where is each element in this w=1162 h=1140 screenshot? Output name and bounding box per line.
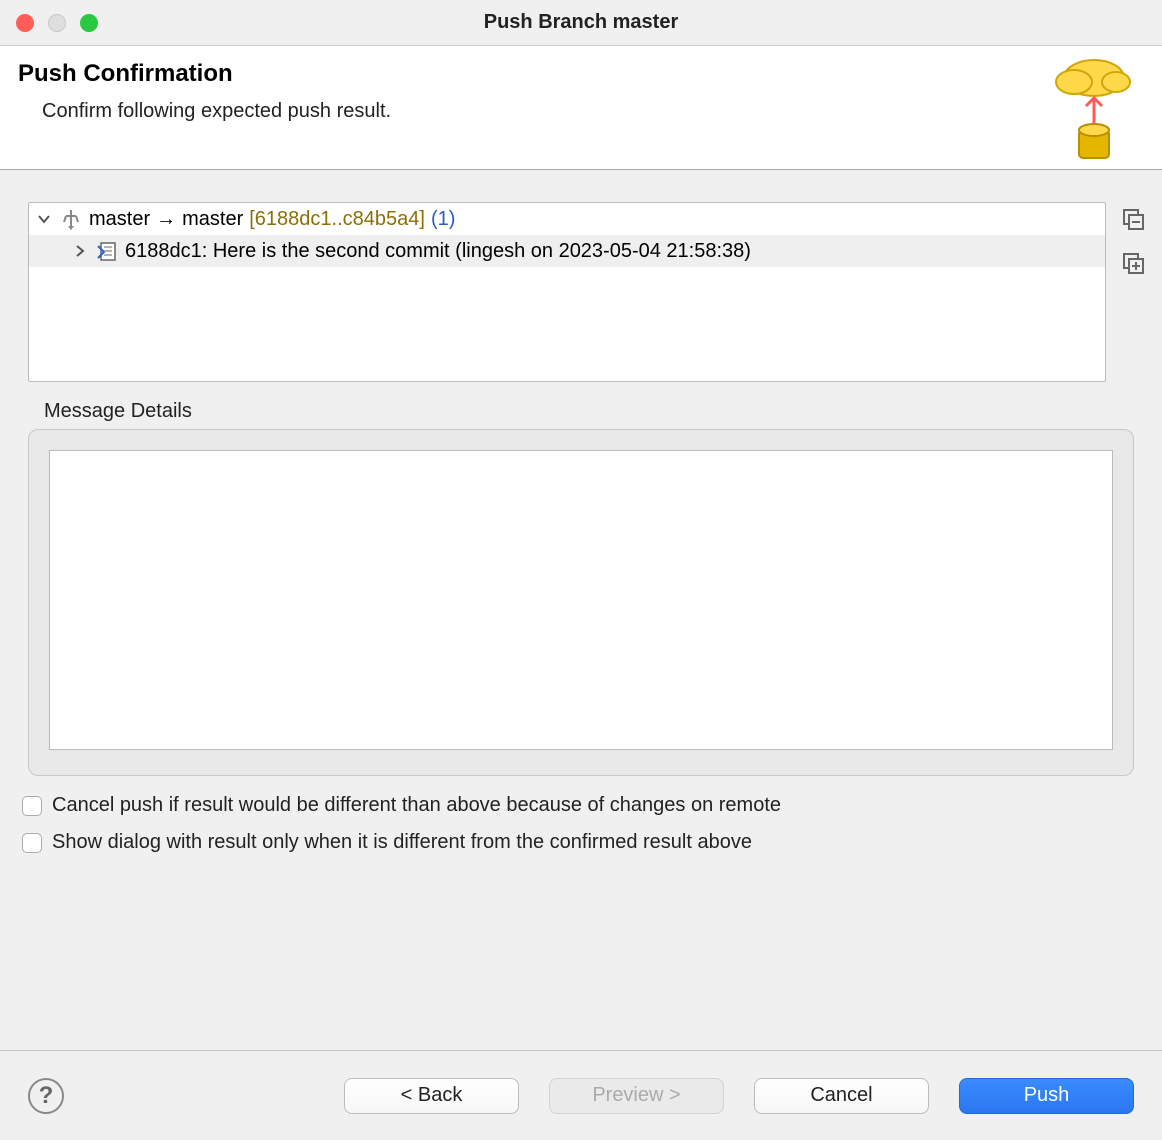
window-controls <box>0 14 98 32</box>
push-button[interactable]: Push <box>959 1078 1134 1114</box>
cancel-push-checkbox[interactable] <box>22 796 42 816</box>
back-button[interactable]: < Back <box>344 1078 519 1114</box>
cancel-button[interactable]: Cancel <box>754 1078 929 1114</box>
chevron-down-icon[interactable] <box>35 212 53 226</box>
sha-range: [6188dc1..c84b5a4] <box>249 208 425 231</box>
local-branch-name: master <box>89 208 150 231</box>
page-title: Push Confirmation <box>18 60 1144 88</box>
push-result-tree[interactable]: master → master [6188dc1..c84b5a4] (1) <box>28 202 1106 382</box>
chevron-right-icon[interactable] <box>71 244 89 258</box>
show-dialog-checkbox-row[interactable]: Show dialog with result only when it is … <box>22 831 1140 854</box>
dialog-header: Push Confirmation Confirm following expe… <box>0 46 1162 170</box>
minimize-window-button[interactable] <box>48 14 66 32</box>
expand-all-button[interactable] <box>1120 250 1148 278</box>
cancel-push-checkbox-row[interactable]: Cancel push if result would be different… <box>22 794 1140 817</box>
message-details-label: Message Details <box>28 400 1134 423</box>
arrow-right-icon: → <box>156 208 176 231</box>
commit-count: (1) <box>431 208 455 231</box>
zoom-window-button[interactable] <box>80 14 98 32</box>
commit-text: 6188dc1: Here is the second commit (ling… <box>125 240 751 263</box>
preview-button: Preview > <box>549 1078 724 1114</box>
show-dialog-label: Show dialog with result only when it is … <box>52 831 752 854</box>
tree-branch-row[interactable]: master → master [6188dc1..c84b5a4] (1) <box>29 203 1105 235</box>
window-title: Push Branch master <box>0 11 1162 34</box>
question-icon: ? <box>39 1082 54 1110</box>
titlebar: Push Branch master <box>0 0 1162 46</box>
help-button[interactable]: ? <box>28 1078 64 1114</box>
cancel-push-label: Cancel push if result would be different… <box>52 794 781 817</box>
collapse-all-button[interactable] <box>1120 206 1148 234</box>
page-subtitle: Confirm following expected push result. <box>18 100 1144 123</box>
dialog-footer: ? < Back Preview > Cancel Push <box>0 1050 1162 1140</box>
push-cloud-icon <box>1024 52 1144 162</box>
message-details-panel <box>28 429 1134 776</box>
tree-commit-row[interactable]: 6188dc1: Here is the second commit (ling… <box>29 235 1105 267</box>
message-details-textarea[interactable] <box>49 450 1113 750</box>
branch-ref-icon <box>59 208 83 230</box>
show-dialog-checkbox[interactable] <box>22 833 42 853</box>
remote-branch-name: master <box>182 208 243 231</box>
commit-file-icon <box>95 240 119 262</box>
close-window-button[interactable] <box>16 14 34 32</box>
